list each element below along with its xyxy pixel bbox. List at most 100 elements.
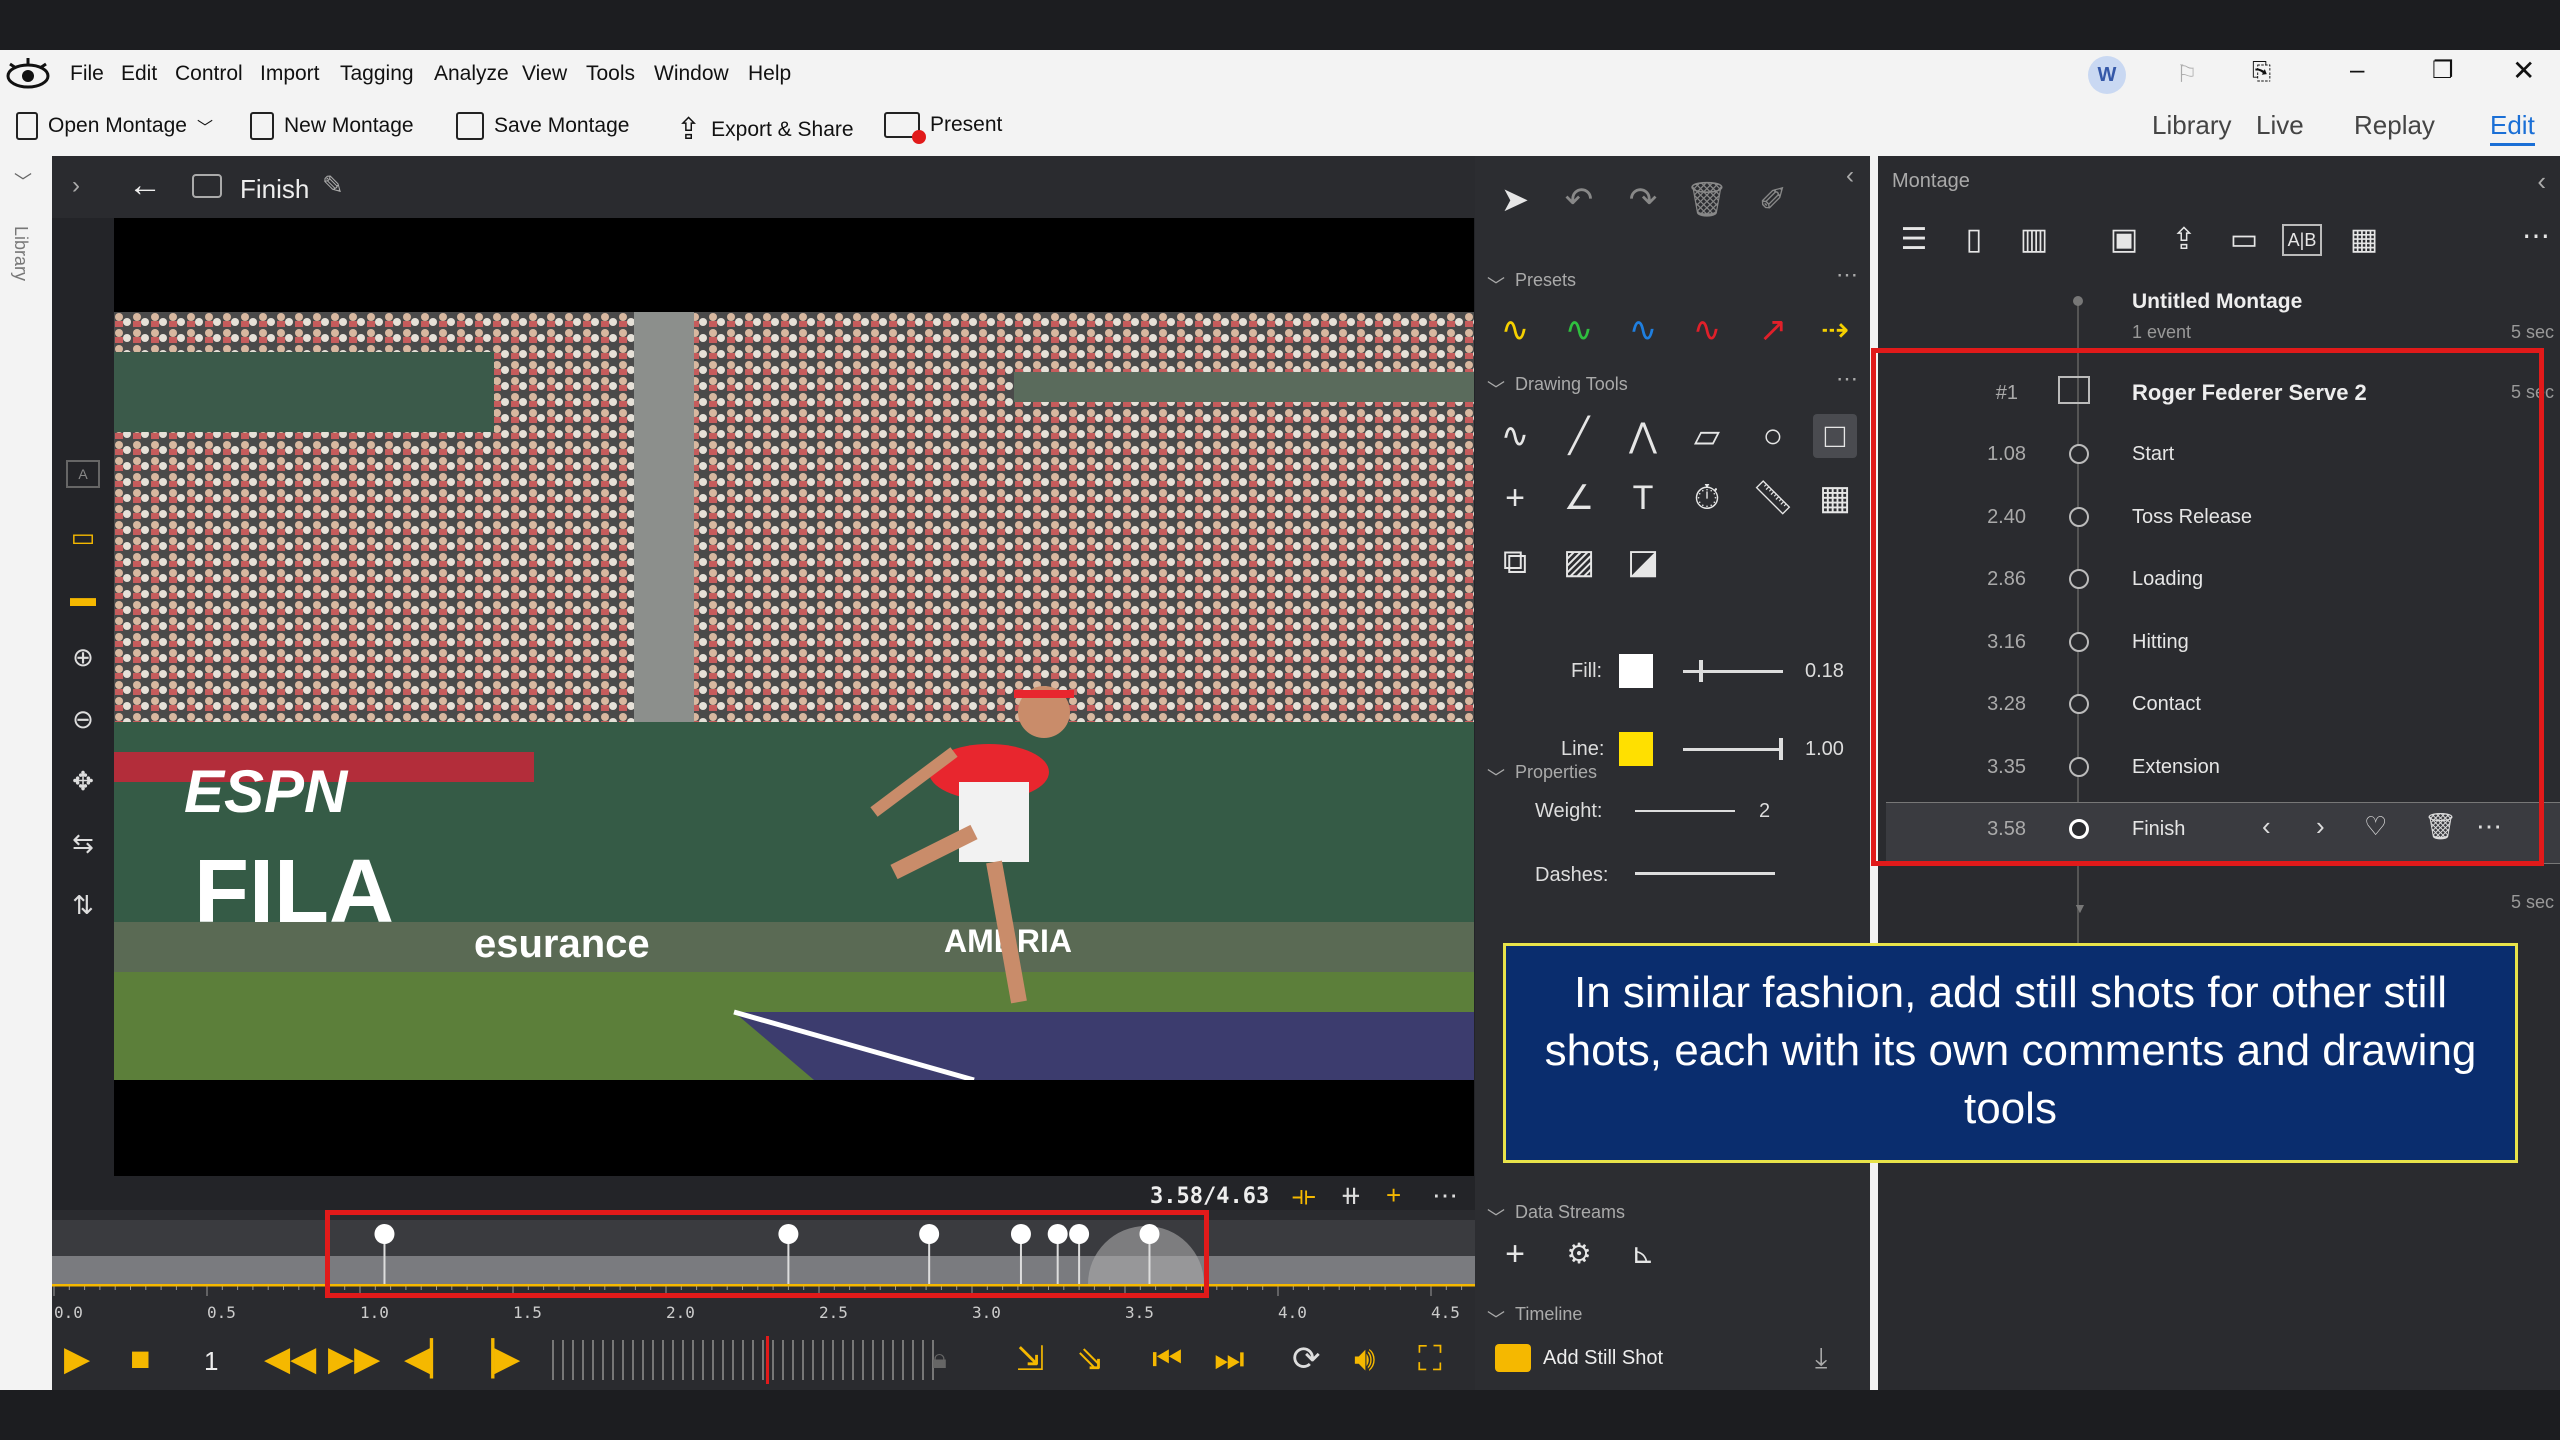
stopwatch-icon[interactable]: ⏱︎: [1685, 476, 1729, 520]
sort-icon[interactable]: ⇅: [66, 888, 100, 922]
montage-name[interactable]: Untitled Montage: [2132, 290, 2302, 314]
lock-icon[interactable]: 🔒︎: [932, 1342, 947, 1376]
fast-forward-icon[interactable]: ▶▶: [328, 1342, 380, 1376]
previous-icon[interactable]: ‹: [2262, 811, 2271, 842]
polyline-icon[interactable]: ⋀: [1621, 414, 1665, 458]
minimize-icon[interactable]: –: [2350, 54, 2364, 85]
tab-replay[interactable]: Replay: [2354, 110, 2435, 141]
loop-icon[interactable]: ⟳: [1292, 1342, 1321, 1376]
download-icon[interactable]: ⤓: [1815, 1342, 1827, 1375]
avatar[interactable]: W: [2088, 56, 2126, 94]
share-icon[interactable]: ⇪: [2162, 218, 2206, 262]
mark-out-icon[interactable]: ⇘: [1076, 1342, 1105, 1376]
previous-icon[interactable]: ⏮︎: [1152, 1342, 1183, 1376]
polygon-icon[interactable]: ▱: [1685, 414, 1729, 458]
menu-tools[interactable]: Tools: [586, 62, 635, 86]
menu-file[interactable]: File: [70, 62, 104, 86]
menu-tagging[interactable]: Tagging: [340, 62, 414, 86]
fill-color-swatch[interactable]: [1619, 654, 1653, 688]
close-icon[interactable]: ✕: [2512, 54, 2535, 87]
fill-slider-handle[interactable]: [1699, 660, 1703, 682]
tab-edit[interactable]: Edit: [2490, 110, 2535, 146]
present-button[interactable]: Present: [884, 112, 1002, 144]
circle-icon[interactable]: ○: [1751, 414, 1795, 458]
zoom-in-icon[interactable]: ⊕: [66, 640, 100, 674]
ruler-icon[interactable]: 📏︎: [1751, 476, 1795, 520]
edit-pencil-icon[interactable]: ✎: [322, 170, 344, 201]
line-slider-handle[interactable]: [1779, 738, 1783, 760]
fullscreen-icon[interactable]: ⛶: [1418, 1342, 1442, 1376]
freehand-icon[interactable]: ∿: [1493, 414, 1537, 458]
grid-icon[interactable]: ▦: [2342, 218, 2386, 262]
text-icon[interactable]: T: [1621, 476, 1665, 520]
jog-wheel[interactable]: [552, 1336, 942, 1384]
trim-start-icon[interactable]: ⟛: [1292, 1180, 1316, 1212]
volume-icon[interactable]: 🔊︎: [1354, 1342, 1375, 1376]
favorite-icon[interactable]: ♡: [2364, 811, 2387, 842]
undo-icon[interactable]: ↶: [1557, 178, 1601, 222]
tab-live[interactable]: Live: [2256, 110, 2304, 141]
add-still-shot-button[interactable]: Add Still Shot: [1495, 1344, 1663, 1372]
preset-red-arrow-icon[interactable]: ↗: [1751, 308, 1795, 352]
feedback-icon[interactable]: ⎘: [2252, 58, 2271, 86]
dashes-line[interactable]: [1635, 872, 1775, 875]
menu-help[interactable]: Help: [748, 62, 791, 86]
speed-value[interactable]: 1: [204, 1346, 218, 1377]
step-back-icon[interactable]: ◀▏: [404, 1342, 456, 1376]
line-color-swatch[interactable]: [1619, 732, 1653, 766]
stop-icon[interactable]: ■: [130, 1342, 151, 1376]
chart-image-icon[interactable]: ◪: [1621, 540, 1665, 584]
back-arrow-icon[interactable]: ←: [128, 166, 162, 205]
restore-icon[interactable]: ❐: [2432, 56, 2454, 85]
step-forward-icon[interactable]: ▕▶: [468, 1342, 520, 1376]
axis-icon[interactable]: ⊾: [1621, 1232, 1665, 1276]
preset-yellow-curve-icon[interactable]: ∿: [1493, 308, 1537, 352]
settings-icon[interactable]: ⚙: [1557, 1232, 1601, 1276]
crosshair-icon[interactable]: +: [1493, 476, 1537, 520]
mark-in-icon[interactable]: ⇲: [1016, 1342, 1045, 1376]
library-sidebar[interactable]: ﹀ Library: [0, 156, 52, 1390]
menu-import[interactable]: Import: [260, 62, 320, 86]
film-view-icon[interactable]: ▬: [66, 580, 100, 614]
duplicate-icon[interactable]: ⧉: [1493, 540, 1537, 584]
preset-dashed-arrow-icon[interactable]: ⇢: [1813, 308, 1857, 352]
next-icon[interactable]: ⏭︎: [1214, 1342, 1245, 1376]
fill-slider[interactable]: [1683, 660, 1783, 682]
ab-compare-icon[interactable]: A|B: [2282, 224, 2322, 256]
rewind-icon[interactable]: ◀◀: [264, 1342, 316, 1376]
zoom-out-icon[interactable]: ⊖: [66, 702, 100, 736]
fit-width-icon[interactable]: ⇆: [66, 826, 100, 860]
text-mode-icon[interactable]: A: [66, 460, 100, 488]
weight-slider[interactable]: [1635, 810, 1735, 812]
split-icon[interactable]: ⧺: [1340, 1180, 1362, 1211]
chevron-right-icon[interactable]: ›: [72, 172, 80, 200]
tab-library[interactable]: Library: [2152, 110, 2231, 141]
grid-icon[interactable]: ▦: [1813, 476, 1857, 520]
montage-event-row[interactable]: 3.58 Finish ‹ › ♡ 🗑︎ ⋯: [1886, 799, 2560, 861]
present-icon[interactable]: ▭: [2222, 218, 2266, 262]
line-slider[interactable]: [1683, 738, 1783, 760]
new-montage-button[interactable]: New Montage: [250, 112, 414, 140]
montage-menu-icon[interactable]: ▥: [2012, 218, 2056, 262]
add-marker-icon[interactable]: +: [1386, 1180, 1401, 1211]
next-icon[interactable]: ›: [2316, 811, 2325, 842]
eraser-icon[interactable]: ✐: [1751, 178, 1795, 222]
play-icon[interactable]: ▶: [64, 1342, 90, 1376]
more-options-icon[interactable]: ⋯: [1836, 262, 1858, 288]
collapse-panel-icon[interactable]: ‹: [2537, 166, 2546, 197]
preset-red-curve-icon[interactable]: ∿: [1685, 308, 1729, 352]
menu-window[interactable]: Window: [654, 62, 729, 86]
collapse-panel-icon[interactable]: ‹: [1846, 162, 1854, 190]
angle-icon[interactable]: ∠: [1557, 476, 1601, 520]
more-options-icon[interactable]: ⋯: [1432, 1180, 1458, 1211]
image-icon[interactable]: ▨: [1557, 540, 1601, 584]
redo-icon[interactable]: ↷: [1621, 178, 1665, 222]
move-icon[interactable]: ✥: [66, 764, 100, 798]
menu-edit[interactable]: Edit: [121, 62, 157, 86]
flag-icon[interactable]: ⚐: [2176, 60, 2198, 89]
trash-icon[interactable]: 🗑︎: [1685, 178, 1729, 222]
more-options-icon[interactable]: ⋯: [1836, 366, 1858, 392]
rectangle-icon[interactable]: □: [1813, 414, 1857, 458]
add-stream-icon[interactable]: +: [1493, 1232, 1537, 1276]
list-icon[interactable]: ☰: [1892, 218, 1936, 262]
